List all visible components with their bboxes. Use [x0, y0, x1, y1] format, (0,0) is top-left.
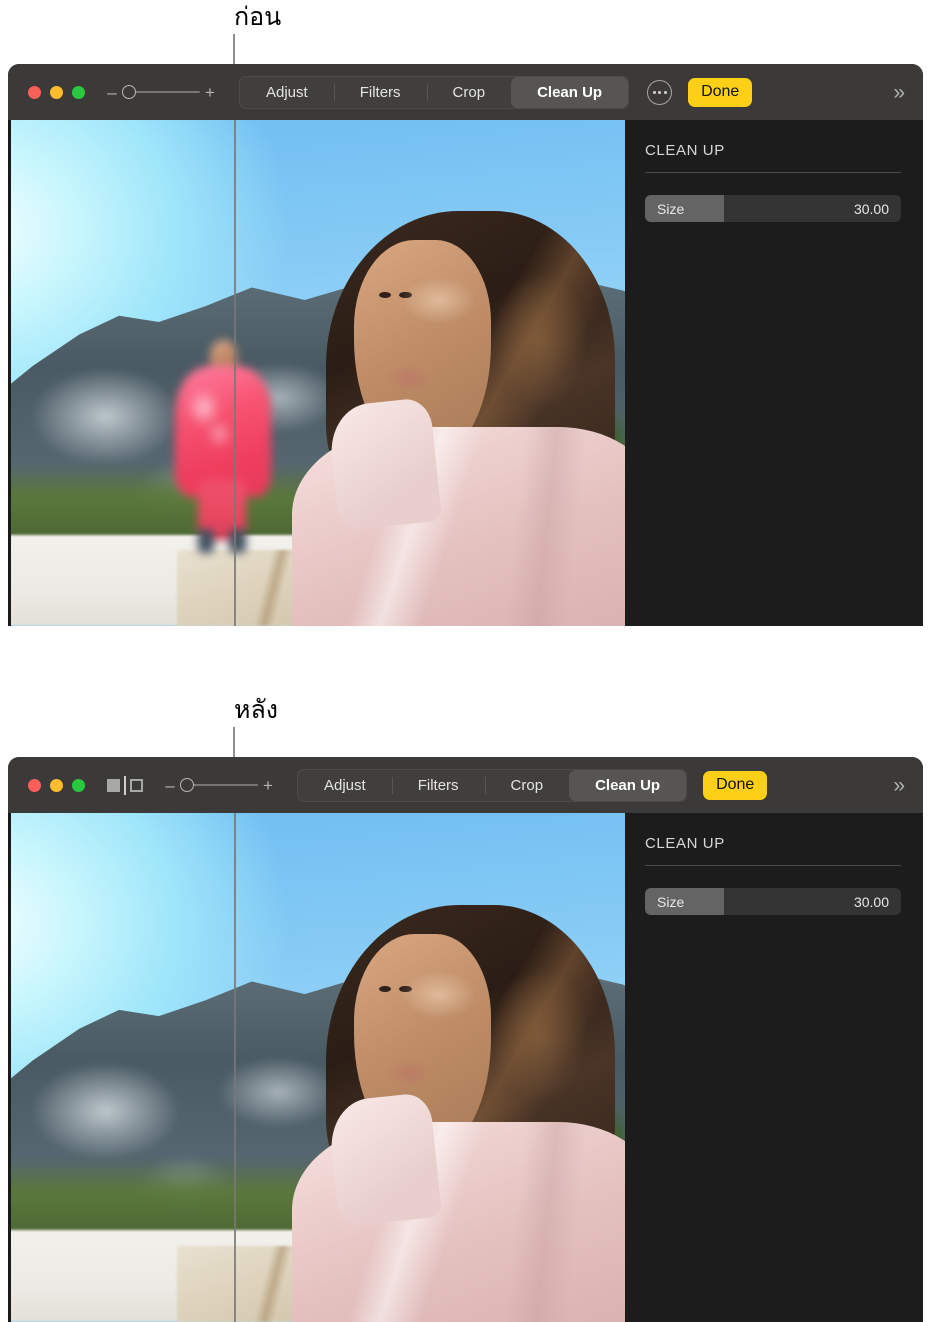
tab-crop[interactable]: Crop — [484, 770, 570, 801]
size-slider-fill[interactable]: Size — [645, 195, 725, 222]
compare-split-view-toggle[interactable] — [107, 775, 143, 795]
edited-photo-before — [11, 120, 625, 626]
zoom-slider-group: – + — [105, 84, 217, 101]
photo-background-person — [171, 340, 275, 553]
photo-editor-window-before: – + Adjust Filters Crop Clean Up Done » — [8, 64, 923, 626]
subject-eye-left — [378, 985, 391, 993]
size-slider-row[interactable]: Size 30.00 — [645, 888, 901, 915]
edit-mode-tabs: Adjust Filters Crop Clean Up — [239, 75, 630, 109]
maximize-button[interactable] — [72, 85, 85, 99]
traffic-light-group — [28, 778, 85, 792]
photo-editor-window-after: – + Adjust Filters Crop Clean Up Done » — [8, 757, 923, 1322]
photo-canvas[interactable] — [8, 120, 625, 626]
zoom-in-icon[interactable]: + — [203, 84, 217, 101]
compare-filled-square-icon — [107, 778, 120, 792]
maximize-button[interactable] — [72, 778, 85, 792]
size-slider-value: 30.00 — [853, 200, 889, 217]
zoom-slider-group: – + — [163, 777, 275, 794]
tab-adjust[interactable]: Adjust — [240, 77, 334, 108]
size-slider-track[interactable]: 30.00 — [724, 888, 901, 915]
photo-subject-woman — [291, 211, 625, 626]
tab-clean-up[interactable]: Clean Up — [511, 76, 629, 108]
done-button[interactable]: Done — [688, 77, 753, 107]
inspector-sidebar: CLEAN UP Size 30.00 — [625, 120, 923, 626]
close-button[interactable] — [28, 85, 41, 99]
subject-eye-right — [399, 291, 412, 299]
chevron-double-right-icon[interactable]: » — [893, 82, 909, 103]
more-options-icon[interactable] — [647, 79, 673, 105]
subject-eye-left — [378, 291, 391, 299]
size-slider-label: Size — [657, 200, 685, 217]
tab-adjust[interactable]: Adjust — [298, 770, 392, 801]
window-content: CLEAN UP Size 30.00 — [8, 120, 923, 626]
minimize-button[interactable] — [50, 778, 63, 792]
minimize-button[interactable] — [50, 85, 63, 99]
tab-clean-up[interactable]: Clean Up — [569, 769, 687, 801]
zoom-slider[interactable] — [122, 84, 200, 100]
more-dot-1 — [652, 90, 656, 94]
inspector-divider — [645, 865, 901, 866]
compare-divider-icon — [124, 775, 126, 795]
background-person-shoe-left — [197, 529, 215, 553]
window-titlebar: – + Adjust Filters Crop Clean Up Done » — [8, 757, 923, 813]
compare-outline-square-icon — [130, 778, 143, 792]
tab-filters[interactable]: Filters — [333, 77, 427, 108]
close-button[interactable] — [28, 778, 41, 792]
photo-subject-woman — [291, 904, 625, 1322]
tab-filters[interactable]: Filters — [391, 770, 485, 801]
zoom-slider-thumb[interactable] — [180, 778, 194, 792]
done-button[interactable]: Done — [703, 770, 768, 800]
subject-eye-right — [399, 985, 412, 993]
chevron-double-right-icon[interactable]: » — [893, 775, 909, 796]
subject-collar — [326, 396, 443, 532]
edited-photo-after — [11, 813, 625, 1322]
callout-label-after: หลัง — [234, 695, 279, 724]
zoom-out-icon[interactable]: – — [163, 777, 177, 794]
size-slider-value: 30.00 — [853, 893, 889, 910]
inspector-title: CLEAN UP — [645, 142, 725, 159]
size-slider-track[interactable]: 30.00 — [724, 195, 901, 222]
inspector-title: CLEAN UP — [645, 835, 725, 852]
traffic-light-group — [28, 85, 85, 99]
photo-guide-line — [234, 120, 236, 626]
more-dot-2 — [658, 90, 662, 94]
size-slider-label: Size — [657, 893, 685, 910]
background-person-shoe-right — [229, 529, 246, 553]
tab-crop[interactable]: Crop — [426, 77, 512, 108]
background-person-body — [174, 365, 271, 498]
zoom-slider-thumb[interactable] — [122, 85, 136, 99]
size-slider-fill[interactable]: Size — [645, 888, 725, 915]
inspector-divider — [645, 172, 901, 173]
photo-canvas[interactable] — [8, 813, 625, 1322]
zoom-slider[interactable] — [180, 777, 258, 793]
size-slider-row[interactable]: Size 30.00 — [645, 195, 901, 222]
inspector-sidebar: CLEAN UP Size 30.00 — [625, 813, 923, 1322]
zoom-in-icon[interactable]: + — [261, 777, 275, 794]
window-content: CLEAN UP Size 30.00 — [8, 813, 923, 1322]
photo-guide-line — [234, 813, 236, 1322]
callout-label-before: ก่อน — [234, 2, 282, 31]
window-titlebar: – + Adjust Filters Crop Clean Up Done » — [8, 64, 923, 120]
edit-mode-tabs: Adjust Filters Crop Clean Up — [297, 768, 688, 802]
more-dot-3 — [663, 90, 667, 94]
zoom-out-icon[interactable]: – — [105, 84, 119, 101]
subject-collar — [326, 1091, 443, 1227]
